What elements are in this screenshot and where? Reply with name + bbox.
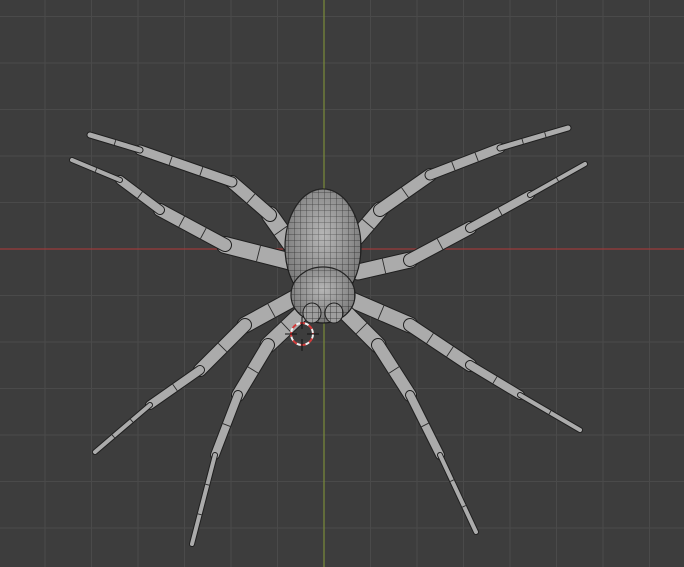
leg-second-right[interactable] (349, 161, 588, 281)
spider-fang-left (302, 302, 322, 324)
leg-back-left[interactable] (189, 301, 314, 547)
leg-back-right[interactable] (336, 303, 479, 535)
leg-segment (135, 145, 237, 187)
leg-segment (93, 403, 152, 454)
leg-segment (438, 453, 478, 534)
spider-body[interactable] (284, 188, 362, 324)
leg-segment (154, 204, 231, 251)
leg-third-left[interactable] (92, 287, 307, 455)
leg-segment (190, 453, 217, 546)
spider-head-shade (291, 267, 355, 323)
leg-front-right[interactable] (347, 124, 572, 247)
spider-fang-right (324, 302, 344, 324)
3d-viewport[interactable] (0, 0, 684, 567)
viewport-canvas[interactable] (0, 0, 684, 567)
leg-segment (404, 319, 476, 371)
leg-segment (425, 143, 505, 180)
